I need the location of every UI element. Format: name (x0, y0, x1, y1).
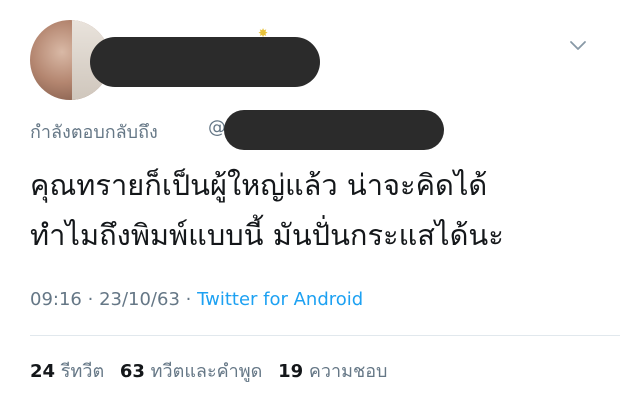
divider (30, 335, 620, 336)
reply-prefix: กำลังตอบกลับถึง (30, 122, 158, 143)
tweet-time: 09:16 (30, 289, 82, 310)
tweet-date: 23/10/63 (99, 289, 180, 310)
meta-separator: · (185, 289, 198, 310)
like-label[interactable]: ความชอบ (309, 361, 388, 382)
reply-handle-redaction (224, 110, 444, 150)
retweet-count[interactable]: 24 (30, 361, 55, 382)
meta-separator: · (87, 289, 100, 310)
tweet-source-link[interactable]: Twitter for Android (197, 289, 363, 310)
tweet-meta: 09:16 · 23/10/63 · Twitter for Android (30, 289, 363, 310)
chevron-down-icon[interactable] (569, 36, 587, 54)
tweet-text-line: คุณทรายก็เป็นผู้ใหญ่แล้ว น่าจะคิดได้ (30, 168, 488, 202)
tweet-text-line: ทำไมถึงพิมพ์แบบนี้ มันปั่นกระแสได้นะ (30, 218, 504, 252)
like-count[interactable]: 19 (278, 361, 303, 382)
retweet-label[interactable]: รีทวีต (61, 361, 104, 382)
tweet-card: ✸ กำลังตอบกลับถึง @ คุณทรายก็เป็นผู้ใหญ่… (0, 0, 620, 401)
tweet-stats: 24 รีทวีต 63 ทวีตและคำพูด 19 ความชอบ (30, 356, 397, 385)
reply-context: กำลังตอบกลับถึง (30, 117, 158, 143)
quote-label[interactable]: ทวีตและคำพูด (151, 361, 263, 382)
quote-count[interactable]: 63 (120, 361, 145, 382)
tweet-text: คุณทรายก็เป็นผู้ใหญ่แล้ว น่าจะคิดได้ ทำไ… (30, 160, 600, 260)
display-name-redaction (90, 37, 320, 87)
